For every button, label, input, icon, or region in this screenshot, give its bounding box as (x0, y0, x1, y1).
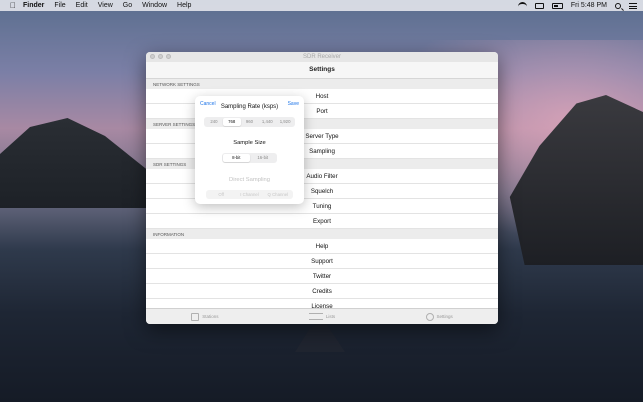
sampling-rate-segmented-control: 240 768 960 1,440 1,920 (204, 117, 295, 127)
sampling-popover: Cancel Sampling Rate (ksps) Save 240 768… (195, 96, 304, 204)
menu-edit[interactable]: Edit (76, 2, 88, 9)
menu-help[interactable]: Help (177, 2, 191, 9)
close-window-icon[interactable] (150, 54, 155, 59)
gear-icon (425, 312, 434, 321)
minimize-window-icon[interactable] (158, 54, 163, 59)
list-icon (308, 313, 323, 320)
apple-menu-icon[interactable]:  (9, 1, 17, 10)
tab-settings[interactable]: Settings (425, 312, 453, 321)
tab-stations-label: Stations (202, 314, 219, 319)
row-help[interactable]: Help (146, 239, 498, 254)
traffic-lights (150, 54, 171, 59)
menu-extras: Fri 5:48 PM (517, 0, 637, 11)
direct-option-off[interactable]: Off (207, 191, 235, 198)
section-header-network: NETWORK SETTINGS (146, 79, 498, 89)
size-option-16bit[interactable]: 16-bit (250, 154, 277, 162)
direct-option-q-channel[interactable]: Q Channel (264, 191, 292, 198)
row-credits[interactable]: Credits (146, 284, 498, 299)
spotlight-search-icon[interactable] (615, 2, 621, 9)
row-support[interactable]: Support (146, 254, 498, 269)
zoom-window-icon[interactable] (166, 54, 171, 59)
airplay-icon[interactable] (534, 2, 544, 9)
menu-bar:  Finder File Edit View Go Window Help F… (0, 0, 643, 11)
menu-view[interactable]: View (98, 2, 113, 9)
window-titlebar[interactable]: SDR Receiver (146, 52, 498, 62)
antenna-icon (191, 312, 200, 321)
tab-lists[interactable]: Lists (308, 313, 336, 320)
menu-file[interactable]: File (54, 2, 65, 9)
section-header-information: INFORMATION (146, 229, 498, 239)
row-twitter[interactable]: Twitter (146, 269, 498, 284)
tab-lists-label: Lists (325, 314, 336, 319)
window-title: SDR Receiver (302, 54, 341, 60)
sample-size-label: Sample Size (233, 140, 266, 146)
menu-window[interactable]: Window (142, 2, 167, 9)
direct-sampling-segmented-control: Off I Channel Q Channel (206, 190, 293, 199)
direct-option-i-channel[interactable]: I Channel (235, 191, 263, 198)
rate-option-240[interactable]: 240 (205, 118, 223, 126)
wallpaper-rock (295, 322, 345, 352)
size-option-8bit[interactable]: 8-bit (223, 154, 250, 162)
battery-icon[interactable] (551, 2, 563, 9)
menu-app-name[interactable]: Finder (23, 2, 44, 9)
direct-sampling-label: Direct Sampling (229, 177, 270, 183)
save-button[interactable]: Save (288, 101, 299, 107)
tab-settings-label: Settings (436, 314, 453, 319)
tab-stations[interactable]: Stations (191, 312, 219, 321)
rate-option-768[interactable]: 768 (222, 118, 241, 126)
sample-size-segmented-control: 8-bit 16-bit (222, 153, 277, 163)
notification-center-icon[interactable] (629, 2, 637, 9)
rate-option-960[interactable]: 960 (241, 118, 259, 126)
rate-option-1440[interactable]: 1,440 (258, 118, 276, 126)
nav-title: Settings (146, 62, 498, 79)
wallpaper-island-left (0, 118, 150, 208)
tab-bar: Stations Lists Settings (146, 308, 498, 324)
rate-option-1920[interactable]: 1,920 (276, 118, 294, 126)
menu-go[interactable]: Go (123, 2, 132, 9)
menu-clock[interactable]: Fri 5:48 PM (571, 2, 607, 9)
wifi-icon[interactable] (517, 1, 527, 10)
row-export[interactable]: Export (146, 214, 498, 229)
